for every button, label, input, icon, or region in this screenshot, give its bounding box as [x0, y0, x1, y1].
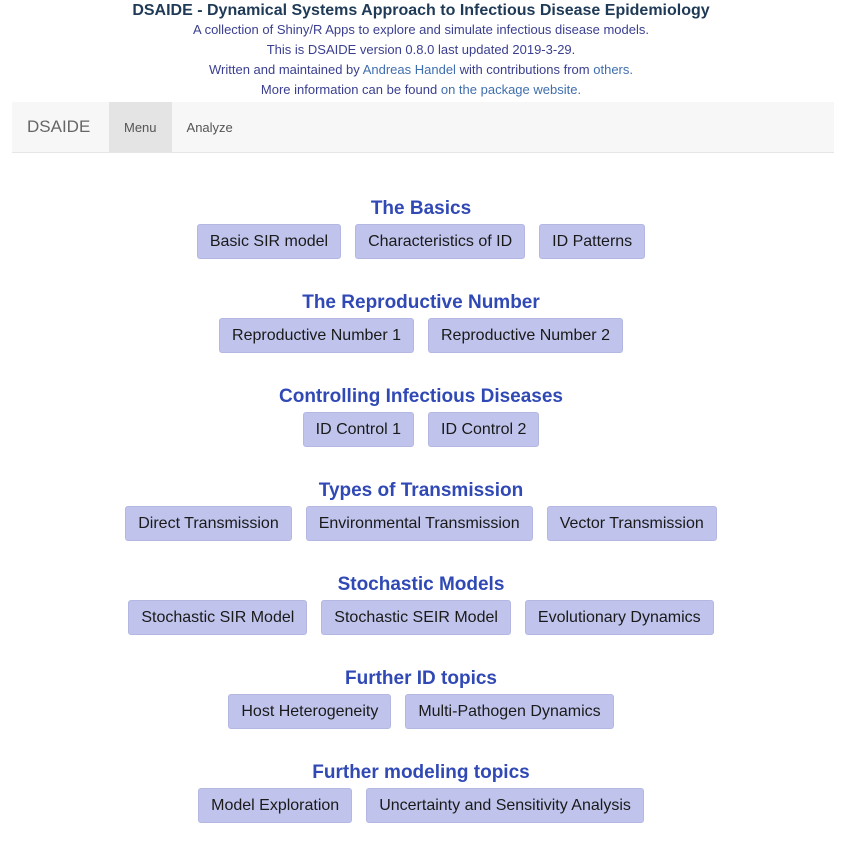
- section-controlling-diseases: Controlling Infectious Diseases ID Contr…: [0, 384, 842, 472]
- section-heading: Further modeling topics: [312, 762, 530, 783]
- button-row: Reproductive Number 1 Reproductive Numbe…: [0, 318, 842, 353]
- contributions-text: with contributions from: [459, 62, 590, 77]
- section-further-modeling-topics: Further modeling topics Model Exploratio…: [0, 760, 842, 848]
- direct-transmission-button[interactable]: Direct Transmission: [125, 506, 292, 541]
- model-exploration-button[interactable]: Model Exploration: [198, 788, 353, 823]
- section-heading: Further ID topics: [344, 668, 497, 689]
- section-further-id-topics: Further ID topics Host Heterogeneity Mul…: [0, 666, 842, 754]
- navbar-brand[interactable]: DSAIDE: [12, 102, 109, 152]
- reproductive-number-2-button[interactable]: Reproductive Number 2: [428, 318, 623, 353]
- author-prefix: Written and maintained by: [209, 62, 360, 77]
- others-link[interactable]: others.: [593, 62, 633, 77]
- host-heterogeneity-button[interactable]: Host Heterogeneity: [228, 694, 392, 729]
- page-header: DSAIDE - Dynamical Systems Approach to I…: [0, 0, 842, 100]
- section-the-basics: The Basics Basic SIR model Characteristi…: [0, 196, 842, 284]
- section-heading: Types of Transmission: [318, 480, 524, 501]
- section-heading: The Reproductive Number: [302, 292, 540, 313]
- vector-transmission-button[interactable]: Vector Transmission: [546, 506, 717, 541]
- section-stochastic-models: Stochastic Models Stochastic SIR Model S…: [0, 572, 842, 660]
- id-control-1-button[interactable]: ID Control 1: [302, 412, 414, 447]
- author-line: Written and maintained by Andreas Handel…: [0, 60, 842, 80]
- reproductive-number-1-button[interactable]: Reproductive Number 1: [219, 318, 414, 353]
- author-link[interactable]: Andreas Handel: [363, 62, 456, 77]
- info-prefix: More information can be found: [260, 82, 438, 97]
- tab-menu[interactable]: Menu: [109, 102, 172, 152]
- section-heading: Controlling Infectious Diseases: [279, 386, 563, 407]
- button-row: Direct Transmission Environmental Transm…: [0, 506, 842, 541]
- button-row: Basic SIR model Characteristics of ID ID…: [0, 224, 842, 259]
- button-row: Model Exploration Uncertainty and Sensit…: [0, 788, 842, 823]
- stochastic-sir-model-button[interactable]: Stochastic SIR Model: [128, 600, 308, 635]
- version-line: This is DSAIDE version 0.8.0 last update…: [266, 42, 576, 57]
- button-row: ID Control 1 ID Control 2: [0, 412, 842, 447]
- info-line: More information can be found on the pac…: [0, 80, 842, 100]
- page-title: DSAIDE - Dynamical Systems Approach to I…: [132, 2, 710, 19]
- basic-sir-model-button[interactable]: Basic SIR model: [196, 224, 342, 259]
- section-heading: Stochastic Models: [337, 574, 505, 595]
- multi-pathogen-dynamics-button[interactable]: Multi-Pathogen Dynamics: [405, 694, 614, 729]
- characteristics-of-id-button[interactable]: Characteristics of ID: [355, 224, 526, 259]
- tab-analyze[interactable]: Analyze: [172, 102, 248, 152]
- evolutionary-dynamics-button[interactable]: Evolutionary Dynamics: [524, 600, 714, 635]
- stochastic-seir-model-button[interactable]: Stochastic SEIR Model: [321, 600, 511, 635]
- section-heading: The Basics: [370, 198, 472, 219]
- environmental-transmission-button[interactable]: Environmental Transmission: [305, 506, 533, 541]
- app-menu: The Basics Basic SIR model Characteristi…: [0, 190, 842, 848]
- id-control-2-button[interactable]: ID Control 2: [428, 412, 540, 447]
- button-row: Stochastic SIR Model Stochastic SEIR Mod…: [0, 600, 842, 635]
- description-line: A collection of Shiny/R Apps to explore …: [193, 22, 649, 37]
- section-types-of-transmission: Types of Transmission Direct Transmissio…: [0, 478, 842, 566]
- uncertainty-sensitivity-analysis-button[interactable]: Uncertainty and Sensitivity Analysis: [366, 788, 644, 823]
- navbar: DSAIDE Menu Analyze: [12, 102, 834, 153]
- package-website-link[interactable]: on the package website.: [441, 82, 581, 97]
- button-row: Host Heterogeneity Multi-Pathogen Dynami…: [0, 694, 842, 729]
- id-patterns-button[interactable]: ID Patterns: [539, 224, 646, 259]
- section-reproductive-number: The Reproductive Number Reproductive Num…: [0, 290, 842, 378]
